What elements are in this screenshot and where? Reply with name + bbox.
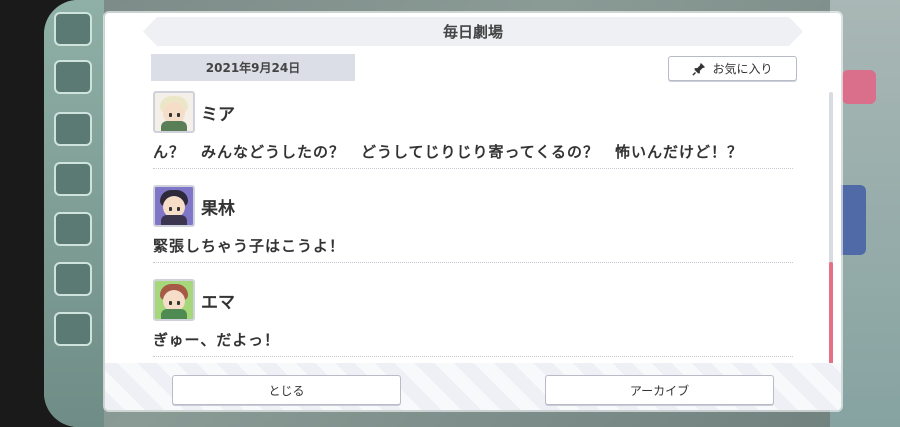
close-button[interactable]: とじる [172, 375, 401, 405]
emma-avatar [153, 279, 195, 321]
dialogue-text: 緊張しちゃう子はこうよ！ [153, 237, 346, 255]
divider [153, 356, 793, 357]
dialogue-text: ぎゅー、だよっ！ [153, 331, 280, 349]
speaker-name: ミア [201, 104, 235, 125]
dialogue-entry: エマ ぎゅー、だよっ！ [153, 279, 793, 357]
karin-avatar [153, 185, 195, 227]
divider [153, 262, 793, 263]
badge-icon [54, 262, 92, 296]
dialogue-log[interactable]: ミア ん？ みんなどうしたの？ どうしてじりじり寄ってくるの？ 怖いんだけど！？… [105, 87, 841, 359]
expand-icon [54, 312, 92, 346]
dialogue-entry: 果林 緊張しちゃう子はこうよ！ [153, 185, 793, 263]
dialogue-entry: ミア ん？ みんなどうしたの？ どうしてじりじり寄ってくるの？ 怖いんだけど！？ [153, 91, 793, 169]
dialogue-text: ん？ みんなどうしたの？ どうしてじりじり寄ってくるの？ 怖いんだけど！？ [153, 143, 744, 161]
date-label: 2021年9月24日 [151, 54, 355, 81]
chat-icon [54, 60, 92, 94]
screen-icon [54, 212, 92, 246]
gift-icon [54, 162, 92, 196]
divider [153, 168, 793, 169]
dialog-footer: とじる アーカイブ [105, 363, 841, 410]
favorite-label: お気に入り [712, 62, 773, 76]
speaker-name: エマ [201, 292, 235, 313]
background-left-menu [44, 0, 104, 427]
trophy-icon [54, 112, 92, 146]
scrollbar-thumb[interactable] [829, 262, 833, 366]
dialog-title: 毎日劇場 [143, 17, 803, 46]
menu-icon [54, 12, 92, 46]
mia-avatar [153, 91, 195, 133]
daily-theater-dialog: 毎日劇場 2021年9月24日 お気に入り ミア ん？ みんなどうしたの？ どう… [105, 13, 841, 410]
archive-button[interactable]: アーカイブ [545, 375, 774, 405]
scrollbar[interactable] [829, 92, 833, 366]
favorite-button[interactable]: お気に入り [668, 56, 797, 81]
background-pink-icon [842, 70, 876, 104]
pin-icon [692, 62, 706, 76]
speaker-name: 果林 [201, 198, 235, 219]
